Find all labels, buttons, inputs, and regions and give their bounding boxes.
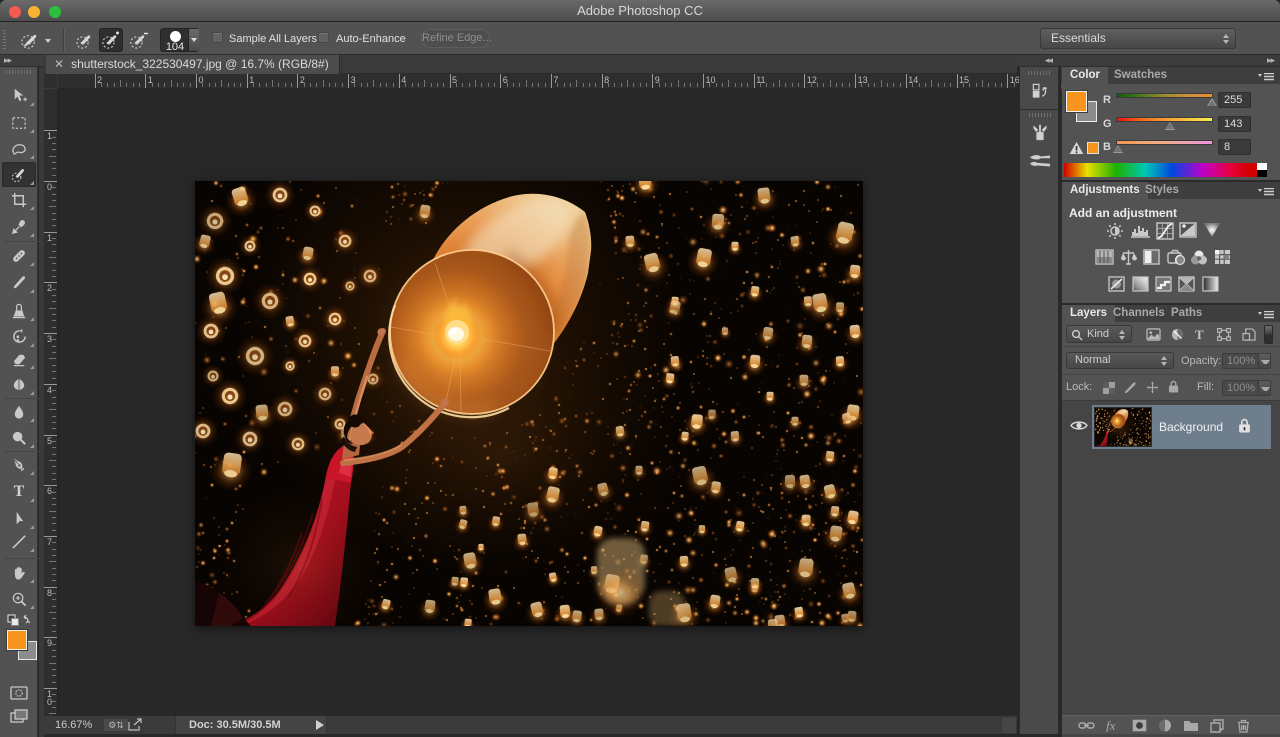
svg-text:fx: fx bbox=[1106, 719, 1116, 732]
